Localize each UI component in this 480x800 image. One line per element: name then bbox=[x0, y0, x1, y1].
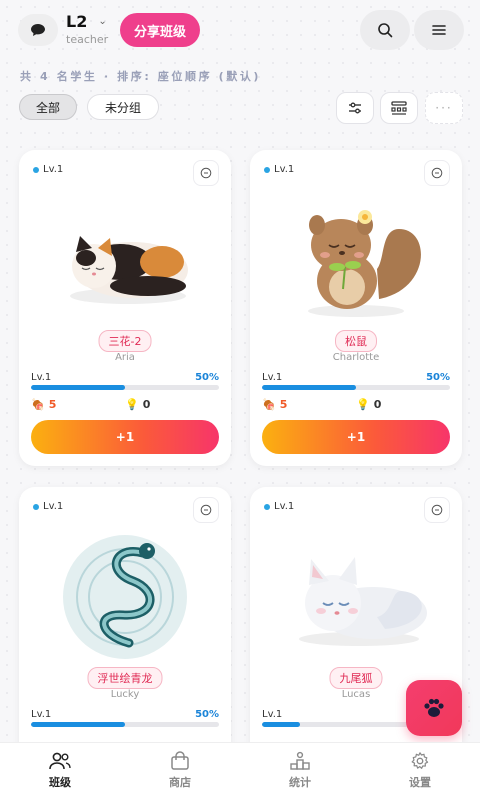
student-card[interactable]: Lv.1 松鼠 Charlotte Lv.1 50% 🍖 5 💡 0 +1 bbox=[250, 150, 462, 466]
nav-settings[interactable]: 设置 bbox=[360, 743, 480, 800]
filter-ungrouped[interactable]: 未分组 bbox=[87, 94, 159, 120]
pet-name-tag: 浮世绘青龙 bbox=[87, 667, 163, 689]
shopping-bag-icon bbox=[171, 751, 189, 770]
search-button[interactable] bbox=[360, 10, 410, 50]
squirrel-illustration bbox=[308, 210, 421, 317]
pet-image bbox=[19, 194, 231, 324]
lightbulb-icon: 💡 bbox=[125, 398, 139, 411]
level-dot-icon bbox=[33, 503, 39, 510]
add-point-button[interactable]: +1 bbox=[31, 420, 219, 454]
info-button[interactable] bbox=[193, 497, 219, 523]
pet-name-tag: 三花-2 bbox=[98, 330, 152, 352]
user-role: teacher bbox=[66, 33, 109, 46]
ukiyoe-dragon-illustration bbox=[63, 535, 187, 659]
nav-class[interactable]: 班级 bbox=[0, 743, 120, 800]
student-name: Aria bbox=[115, 352, 135, 363]
class-selector[interactable]: L2 ⌄ teacher bbox=[66, 12, 108, 46]
level-badge: Lv.1 bbox=[264, 501, 294, 512]
level-badge: Lv.1 bbox=[264, 164, 294, 175]
level-dot-icon bbox=[33, 166, 39, 173]
pet-name-tag: 松鼠 bbox=[335, 330, 377, 352]
app-header: L2 ⌄ teacher 分享班级 bbox=[0, 0, 480, 62]
class-name: L2 bbox=[66, 12, 88, 31]
ellipsis-icon: ··· bbox=[435, 101, 453, 115]
nine-tailed-fox-illustration bbox=[299, 557, 427, 646]
level-dot-icon bbox=[264, 166, 270, 173]
student-name: Lucky bbox=[110, 689, 140, 700]
calico-cat-illustration bbox=[70, 236, 188, 304]
adjust-button[interactable] bbox=[336, 92, 374, 124]
pet-paw-button[interactable] bbox=[406, 680, 462, 736]
info-icon bbox=[431, 167, 443, 179]
info-icon bbox=[431, 504, 443, 516]
progress-percent: 50% bbox=[195, 709, 219, 720]
menu-button[interactable] bbox=[414, 10, 464, 50]
info-button[interactable] bbox=[193, 160, 219, 186]
stats-row: 🍖 5 💡 0 bbox=[262, 398, 450, 411]
seat-grid-icon bbox=[391, 101, 407, 115]
pet-image bbox=[19, 531, 231, 661]
card-header: Lv.1 bbox=[19, 150, 231, 190]
pet-image bbox=[250, 531, 462, 661]
food-icon: 🍖 bbox=[31, 398, 45, 411]
bottom-navigation: 班级 商店 统计 设置 bbox=[0, 742, 480, 800]
xp-progress-bar bbox=[31, 385, 219, 390]
chat-button[interactable] bbox=[18, 14, 58, 46]
xp-progress-bar bbox=[262, 385, 450, 390]
podium-icon bbox=[290, 751, 310, 770]
share-class-button[interactable]: 分享班级 bbox=[120, 13, 200, 47]
seating-layout-button[interactable] bbox=[380, 92, 418, 124]
level-row: Lv.1 50% bbox=[262, 372, 450, 383]
level-row: Lv.1 50% bbox=[31, 372, 219, 383]
food-count: 5 bbox=[279, 398, 288, 411]
like-count: 0 bbox=[373, 398, 382, 411]
level-badge: Lv.1 bbox=[33, 164, 63, 175]
level-badge: Lv.1 bbox=[33, 501, 63, 512]
food-count: 5 bbox=[48, 398, 57, 411]
gear-icon bbox=[411, 752, 429, 769]
student-name: Charlotte bbox=[332, 352, 380, 363]
nav-stats[interactable]: 统计 bbox=[240, 743, 360, 800]
more-options-button[interactable]: ··· bbox=[425, 92, 463, 124]
card-header: Lv.1 bbox=[250, 150, 462, 190]
info-icon bbox=[200, 504, 212, 516]
filter-all[interactable]: 全部 bbox=[19, 94, 77, 120]
info-button[interactable] bbox=[424, 160, 450, 186]
chat-bubble-icon bbox=[31, 24, 45, 36]
stats-row: 🍖 5 💡 0 bbox=[31, 398, 219, 411]
chevron-down-icon: ⌄ bbox=[98, 16, 107, 27]
nav-shop[interactable]: 商店 bbox=[120, 743, 240, 800]
progress-percent: 50% bbox=[426, 372, 450, 383]
card-header: Lv.1 bbox=[19, 487, 231, 527]
student-card[interactable]: Lv.1 三花-2 Aria Lv.1 50% 🍖 5 💡 0 +1 bbox=[19, 150, 231, 466]
info-icon bbox=[200, 167, 212, 179]
hamburger-menu-icon bbox=[432, 25, 446, 35]
card-header: Lv.1 bbox=[250, 487, 462, 527]
pet-image bbox=[250, 194, 462, 324]
student-card[interactable]: Lv.1 浮世绘青龙 Lucky Lv.1 50% bbox=[19, 487, 231, 767]
search-icon bbox=[378, 23, 393, 38]
progress-percent: 50% bbox=[195, 372, 219, 383]
paw-icon bbox=[424, 698, 444, 717]
level-row: Lv.1 50% bbox=[31, 709, 219, 720]
pet-name-tag: 九尾狐 bbox=[329, 667, 383, 689]
sliders-icon bbox=[349, 102, 361, 114]
info-button[interactable] bbox=[424, 497, 450, 523]
like-count: 0 bbox=[142, 398, 151, 411]
food-icon: 🍖 bbox=[262, 398, 276, 411]
add-point-button[interactable]: +1 bbox=[262, 420, 450, 454]
users-icon bbox=[49, 752, 71, 770]
student-summary: 共 4 名学生 · 排序: 座位顺序 (默认) bbox=[20, 70, 262, 83]
lightbulb-icon: 💡 bbox=[356, 398, 370, 411]
xp-progress-bar bbox=[31, 722, 219, 727]
level-dot-icon bbox=[264, 503, 270, 510]
